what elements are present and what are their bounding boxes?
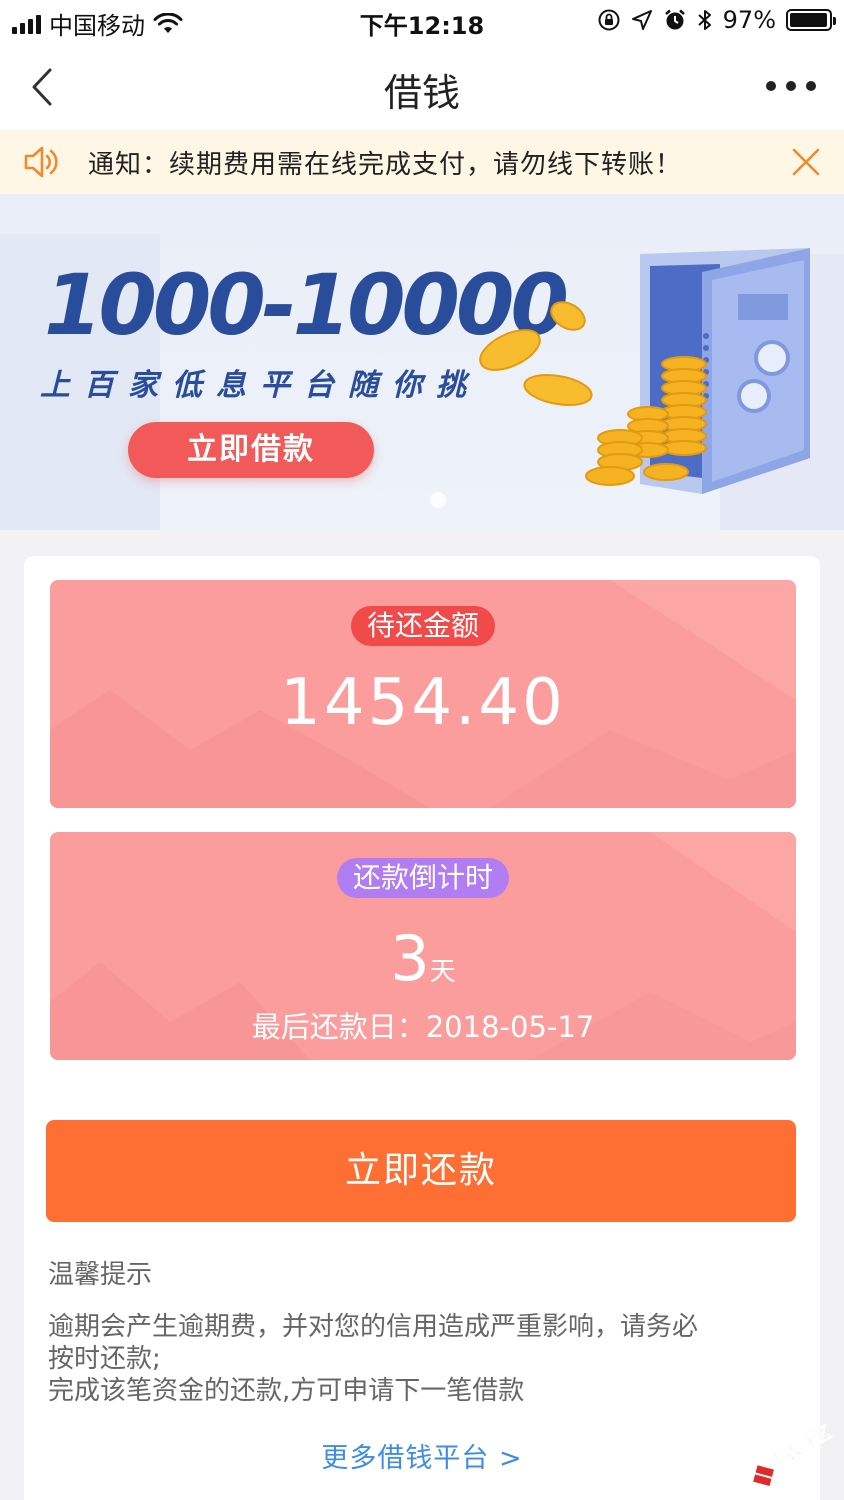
amount-due-label: 待还金额: [350, 606, 496, 646]
location-icon: [631, 10, 652, 30]
countdown-label: 还款倒计时: [336, 858, 510, 898]
due-date-row: 最后还款日：2018-05-17: [50, 1004, 796, 1046]
repayment-card: 待还金额 1454.40 还款倒计时 3天 最后还款日：2018-05-17 立…: [24, 556, 820, 1500]
close-icon[interactable]: [790, 146, 822, 178]
due-date-value: 2018-05-17: [425, 1010, 595, 1044]
days-remaining: 3天: [50, 922, 796, 995]
watermark-logo-icon: 卡农社区: [753, 1422, 836, 1487]
tips-title: 温馨提示: [48, 1260, 153, 1290]
notice-bar: 通知：续期费用需在线完成支付，请勿线下转账！: [0, 130, 844, 194]
page-title: 借钱: [383, 71, 460, 115]
battery-icon: [786, 9, 836, 31]
days-number: 3: [390, 922, 430, 995]
status-right: 97%: [597, 6, 836, 34]
speaker-icon: [24, 146, 58, 178]
tips-line: 完成该笔资金的还款,方可申请下一笔借款: [48, 1376, 525, 1406]
countdown-panel: 还款倒计时 3天 最后还款日：2018-05-17: [50, 832, 796, 1060]
amount-due-value: 1454.40: [280, 666, 566, 740]
days-unit: 天: [429, 957, 456, 987]
banner-subtitle: 上百家低息平台随你挑: [40, 368, 480, 403]
status-bar: 中国移动 下午12:18 97%: [0, 0, 844, 44]
alarm-icon: [664, 9, 685, 30]
bluetooth-icon: [697, 10, 711, 30]
battery-percent: 97%: [722, 6, 776, 34]
nav-bar: 借钱: [0, 44, 844, 130]
amount-due-panel: 待还金额 1454.40: [50, 580, 796, 808]
safe-with-coins-icon: [479, 248, 810, 494]
battery-fill: [790, 13, 827, 27]
borrow-now-button[interactable]: 立即借款: [128, 422, 374, 478]
rotation-lock-icon: [598, 9, 620, 31]
repay-now-button[interactable]: 立即还款: [46, 1120, 796, 1222]
more-platforms-link[interactable]: 更多借钱平台 >: [24, 1436, 820, 1475]
carousel-dot[interactable]: [430, 492, 446, 508]
watermark-text: 卡农社区: [766, 1422, 835, 1474]
notice-text: 通知：续期费用需在线完成支付，请勿线下转账！: [88, 150, 683, 180]
due-date-label: 最后还款日：: [251, 1010, 426, 1044]
more-dots-icon[interactable]: [766, 68, 816, 104]
promo-banner[interactable]: 1000-10000 上百家低息平台随你挑 立即借款: [0, 194, 844, 530]
